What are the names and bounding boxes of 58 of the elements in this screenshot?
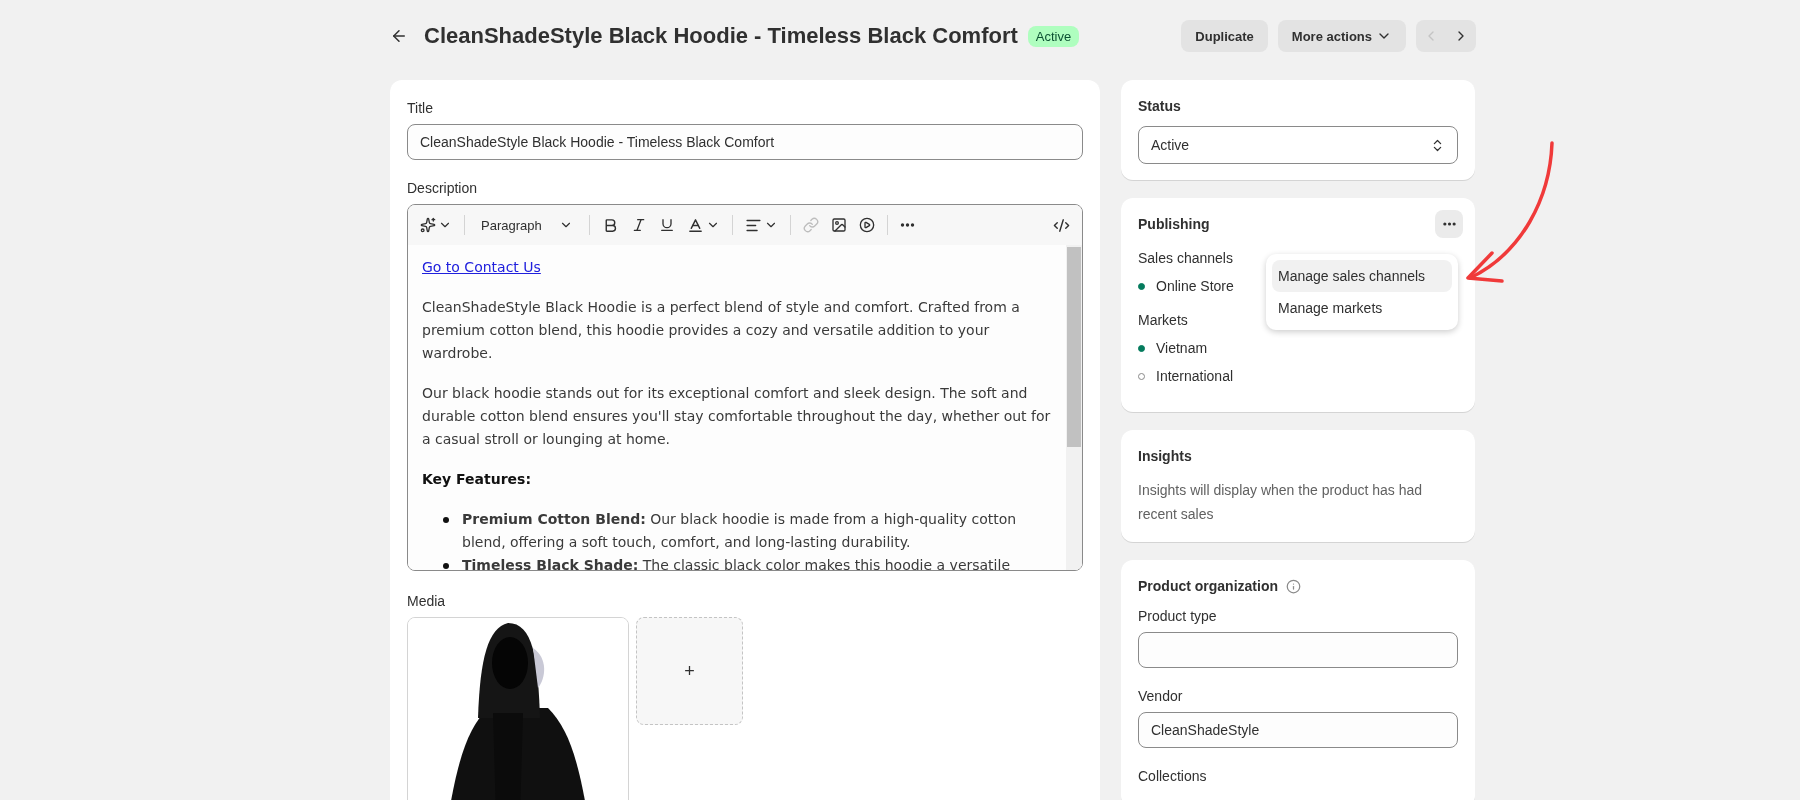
add-media-button[interactable]: + <box>636 617 743 725</box>
field-label: Description <box>407 180 478 196</box>
title-field[interactable]: CleanShadeStyle Black Hoodie - Timeless Black Comfort <box>407 124 1083 160</box>
card-title: Publishing <box>1138 216 1210 232</box>
text-field[interactable] <box>1138 632 1458 668</box>
text-color-icon <box>687 216 704 234</box>
features-heading: Key Features: <box>422 470 533 489</box>
ellipsis-icon <box>900 223 915 227</box>
card-title: Status <box>1138 98 1181 114</box>
ai-button[interactable] <box>420 217 452 233</box>
feature-item: Premium Cotton Blend: Our black hoodie is made from a high-quality cotton blend, offering a soft touch, comfort, and long-lasting durability. <box>462 511 1017 550</box>
field-label: Vendor <box>1138 688 1183 704</box>
image-icon <box>831 217 847 233</box>
more-options-button[interactable] <box>1435 210 1463 238</box>
section-label: Sales channels <box>1138 250 1233 266</box>
sparkle-icon <box>420 217 436 233</box>
code-button[interactable] <box>1053 216 1070 234</box>
feature-item: Timeless Black Shade: The classic black color makes this hoodie a versatile <box>462 557 1010 570</box>
more-button[interactable] <box>900 223 915 227</box>
field-label: Media <box>407 593 446 609</box>
channel-name: Vietnam <box>1156 340 1208 356</box>
underline-button[interactable] <box>659 217 675 233</box>
italic-button[interactable] <box>631 217 647 233</box>
underline-icon <box>659 217 675 233</box>
page-title: CleanShadeStyle Black Hoodie - Timeless Black Comfort <box>424 23 1018 49</box>
field-label: Product type <box>1138 608 1217 624</box>
video-button[interactable] <box>859 217 875 233</box>
bullet-icon <box>443 563 449 569</box>
text-field[interactable]: CleanShadeStyle <box>1138 712 1458 748</box>
duplicate-button[interactable]: Duplicate <box>1181 20 1268 52</box>
section-label: Markets <box>1138 312 1188 328</box>
scrollbar[interactable] <box>1066 245 1082 570</box>
status-select[interactable]: Active <box>1138 126 1458 164</box>
image-button[interactable] <box>831 217 847 233</box>
description-paragraph: CleanShadeStyle Black Hoodie is a perfect blend of style and comfort. Crafted from a premium cotton blend, this hoodie provides a cozy and versatile addition to your wardrobe. <box>422 298 1021 363</box>
info-icon <box>1286 578 1301 594</box>
channel-name: Online Store <box>1156 278 1234 294</box>
field-label: Collections <box>1138 768 1207 784</box>
status-badge: Active <box>1027 25 1080 47</box>
field-label: Title <box>407 100 433 116</box>
ellipsis-icon <box>1442 222 1456 226</box>
code-icon <box>1053 216 1070 234</box>
back-icon[interactable] <box>390 27 408 45</box>
contact-link[interactable]: Go to Contact Us <box>422 259 541 275</box>
card-title: Insights <box>1138 448 1192 464</box>
play-icon <box>859 217 875 233</box>
channel-name: International <box>1156 368 1234 384</box>
description-paragraph: Our black hoodie stands out for its exceptional comfort and sleek design. The soft and durable cotton blend ensures you'll stay comfortable throughout the day, whether out for a casual stroll or lounging at home. <box>422 384 1052 449</box>
menu-item[interactable]: Manage sales channels <box>1272 260 1452 292</box>
text-color-button[interactable] <box>687 216 720 234</box>
bullet-icon <box>443 517 449 523</box>
card-title: Product organization <box>1138 578 1278 594</box>
paragraph-dropdown[interactable]: Paragraph <box>477 217 577 233</box>
more-actions-button[interactable]: More actions <box>1277 20 1406 52</box>
link-icon <box>803 217 819 233</box>
italic-icon <box>631 217 647 233</box>
insights-text: Insights will display when the product has had recent sales <box>1138 481 1424 524</box>
menu-item[interactable]: Manage markets <box>1272 292 1452 324</box>
